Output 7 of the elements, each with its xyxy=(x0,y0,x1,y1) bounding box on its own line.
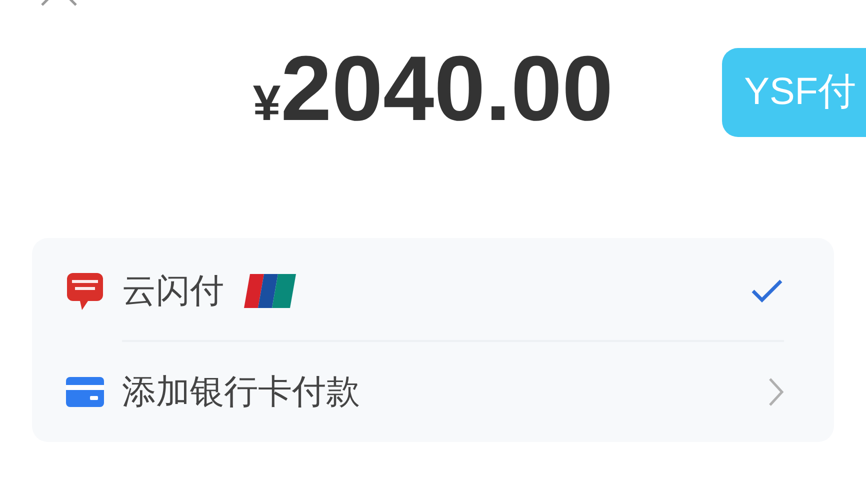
currency-symbol: ¥ xyxy=(252,74,281,133)
payment-method-label: 云闪付 xyxy=(122,270,224,312)
payment-method-row[interactable]: 添加银行卡付款 xyxy=(32,342,834,442)
ysf-pay-badge: YSF付 xyxy=(722,48,866,136)
amount-value: 2040.00 xyxy=(280,43,614,135)
payment-method-label: 添加银行卡付款 xyxy=(122,370,360,414)
payment-method-row[interactable]: 云闪付 xyxy=(32,242,834,342)
